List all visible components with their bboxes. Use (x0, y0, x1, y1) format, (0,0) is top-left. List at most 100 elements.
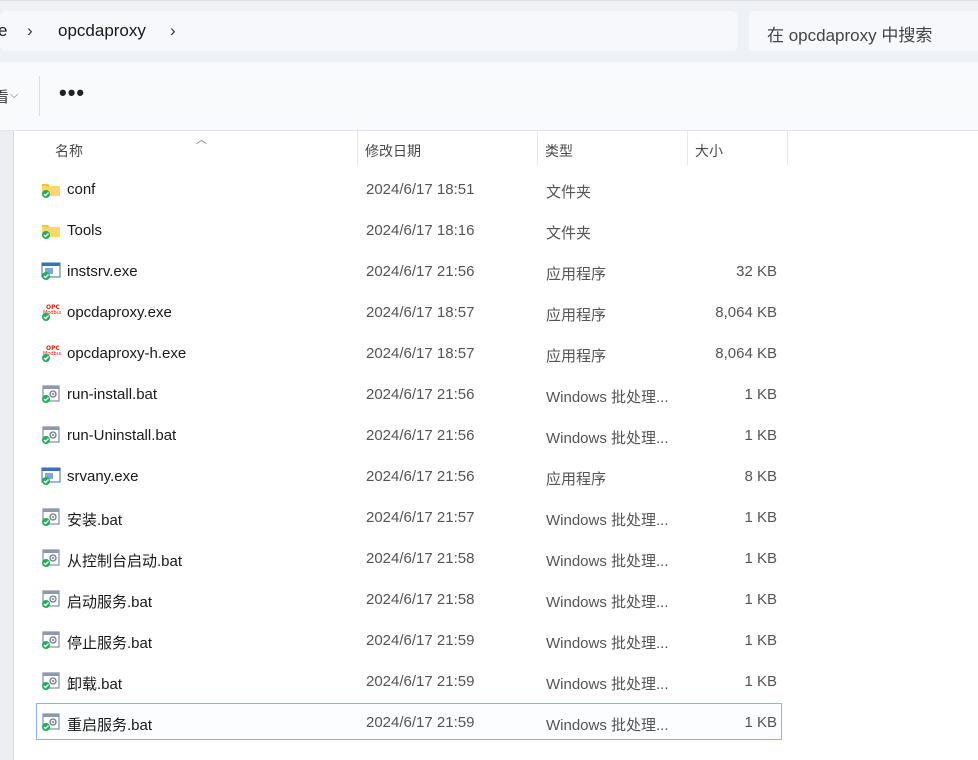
file-modified-date: 2024/6/17 21:56 (366, 468, 475, 485)
file-row[interactable]: 重启服务.bat 2024/6/17 21:59 Windows 批处理... 1 K… (36, 703, 782, 740)
file-row[interactable]: 安装.bat 2024/6/17 21:57 Windows 批处理... 1 KB (36, 498, 782, 535)
breadcrumb[interactable]: e › opcdaproxy › (0, 11, 738, 51)
file-size: 1 KB (744, 386, 777, 403)
app-icon (41, 467, 61, 485)
file-row[interactable]: instsrv.exe 2024/6/17 21:56 应用程序 32 KB (36, 252, 782, 289)
file-size: 8,064 KB (715, 345, 777, 362)
file-size: 8 KB (744, 468, 777, 485)
column-header-type[interactable]: 类型 (545, 141, 573, 161)
file-modified-date: 2024/6/17 21:59 (366, 632, 475, 649)
file-modified-date: 2024/6/17 18:57 (366, 345, 475, 362)
batch-file-icon (41, 672, 61, 690)
file-modified-date: 2024/6/17 21:57 (366, 509, 475, 526)
file-type: 应用程序 (546, 266, 607, 283)
file-type: Windows 批处理... (546, 635, 669, 652)
batch-file-icon (41, 549, 61, 567)
column-header-date[interactable]: 修改日期 (365, 141, 421, 161)
file-size: 1 KB (744, 550, 777, 567)
column-header: ︿ 名称 修改日期 类型 大小 (0, 131, 978, 167)
file-type: Windows 批处理... (546, 512, 669, 529)
chevron-down-icon[interactable]: ⌵ (10, 89, 18, 102)
file-modified-date: 2024/6/17 18:16 (366, 222, 475, 239)
column-header-size[interactable]: 大小 (695, 141, 723, 161)
file-size: 1 KB (744, 509, 777, 526)
file-type: Windows 批处理... (546, 553, 669, 570)
batch-file-icon (41, 385, 61, 403)
opc-app-icon: OPC Modbus (41, 303, 63, 321)
file-name: run-Uninstall.bat (67, 427, 177, 444)
file-name: 卸载.bat (67, 676, 123, 693)
file-type: 文件夹 (546, 225, 592, 242)
file-modified-date: 2024/6/17 21:58 (366, 550, 475, 567)
file-name: opcdaproxy-h.exe (67, 345, 187, 362)
file-row[interactable]: OPC Modbus opcdaproxy-h.exe 2024/6/17 18:57… (36, 334, 782, 371)
column-divider[interactable] (787, 131, 788, 165)
file-row[interactable]: 从控制台启动.bat 2024/6/17 21:58 Windows 批处理... 1… (36, 539, 782, 576)
file-size: 8,064 KB (715, 304, 777, 321)
file-row[interactable]: Tools 2024/6/17 18:16 文件夹 (36, 211, 782, 248)
sort-ascending-icon: ︿ (196, 134, 207, 146)
file-name: 重启服务.bat (67, 717, 153, 734)
view-button[interactable]: 看 (0, 86, 9, 107)
file-row[interactable]: 卸载.bat 2024/6/17 21:59 Windows 批处理... 1 KB (36, 662, 782, 699)
file-type: 应用程序 (546, 307, 607, 324)
file-size: 1 KB (744, 591, 777, 608)
file-row[interactable]: OPC Modbus opcdaproxy.exe 2024/6/17 18:57 应用… (36, 293, 782, 330)
column-divider[interactable] (687, 131, 688, 165)
file-size: 1 KB (744, 673, 777, 690)
file-type: Windows 批处理... (546, 676, 669, 693)
file-type: 文件夹 (546, 184, 592, 201)
column-divider[interactable] (357, 131, 358, 165)
file-row[interactable]: conf 2024/6/17 18:51 文件夹 (36, 170, 782, 207)
file-row[interactable]: run-install.bat 2024/6/17 21:56 Windows 批处… (36, 375, 782, 412)
file-modified-date: 2024/6/17 21:59 (366, 714, 475, 731)
file-modified-date: 2024/6/17 18:57 (366, 304, 475, 321)
file-row[interactable]: srvany.exe 2024/6/17 21:56 应用程序 8 KB (36, 457, 782, 494)
batch-file-icon (41, 426, 61, 444)
file-name: instsrv.exe (67, 263, 138, 280)
file-modified-date: 2024/6/17 21:59 (366, 673, 475, 690)
file-size: 1 KB (744, 632, 777, 649)
batch-file-icon (41, 508, 61, 526)
file-type: 应用程序 (546, 471, 607, 488)
app-icon (41, 262, 61, 280)
file-name: 安装.bat (67, 512, 123, 529)
file-modified-date: 2024/6/17 21:58 (366, 591, 475, 608)
file-modified-date: 2024/6/17 21:56 (366, 263, 475, 280)
folder-icon (41, 180, 61, 198)
file-name: run-install.bat (67, 386, 158, 403)
file-name: 从控制台启动.bat (67, 553, 183, 570)
opc-app-icon: OPC Modbus (41, 344, 63, 362)
file-size: 1 KB (744, 714, 777, 731)
file-size: 1 KB (744, 427, 777, 444)
file-row[interactable]: run-Uninstall.bat 2024/6/17 21:56 Windows … (36, 416, 782, 453)
file-type: Windows 批处理... (546, 389, 669, 406)
more-options-button[interactable]: ••• (59, 80, 85, 106)
file-type: Windows 批处理... (546, 430, 669, 447)
breadcrumb-chevron-icon[interactable]: › (170, 21, 176, 41)
folder-icon (41, 221, 61, 239)
file-name: conf (67, 181, 96, 198)
batch-file-icon (41, 631, 61, 649)
file-row[interactable]: 启动服务.bat 2024/6/17 21:58 Windows 批处理... 1 K… (36, 580, 782, 617)
breadcrumb-parent[interactable]: e (0, 21, 7, 41)
search-input[interactable]: 在 opcdaproxy 中搜索 (749, 11, 978, 51)
file-type: 应用程序 (546, 348, 607, 365)
file-row[interactable]: 停止服务.bat 2024/6/17 21:59 Windows 批处理... 1 K… (36, 621, 782, 658)
file-name: Tools (67, 222, 103, 239)
file-name: opcdaproxy.exe (67, 304, 172, 321)
column-divider[interactable] (537, 131, 538, 165)
file-name: srvany.exe (67, 468, 139, 485)
command-toolbar: 看 ⌵ ••• (0, 62, 978, 131)
breadcrumb-current[interactable]: opcdaproxy (58, 21, 146, 41)
address-bar-area: e › opcdaproxy › 在 opcdaproxy 中搜索 (0, 0, 978, 63)
toolbar-divider (39, 76, 40, 116)
breadcrumb-chevron-icon[interactable]: › (27, 21, 33, 41)
column-header-name[interactable]: 名称 (55, 141, 83, 161)
file-modified-date: 2024/6/17 18:51 (366, 181, 475, 198)
file-modified-date: 2024/6/17 21:56 (366, 386, 475, 403)
file-name: 停止服务.bat (67, 635, 153, 652)
search-placeholder: 在 opcdaproxy 中搜索 (767, 26, 933, 45)
navigation-pane-edge (0, 131, 14, 760)
file-type: Windows 批处理... (546, 717, 669, 734)
